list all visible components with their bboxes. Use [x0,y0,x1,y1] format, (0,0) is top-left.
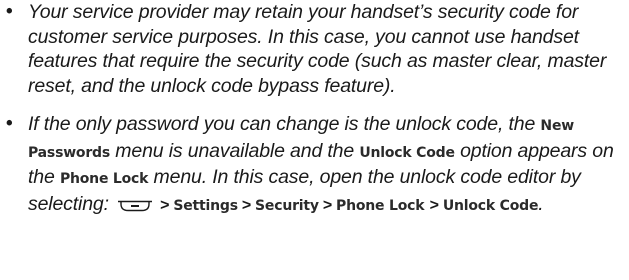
path-unlock-code: Unlock Code [442,197,539,214]
path-separator: > [322,196,333,214]
unlock-note-part-2: menu is unavailable and the [110,139,360,162]
unlock-note-part-1: If the only password you can change is t… [28,113,541,135]
path-settings: Settings [173,197,238,214]
path-separator: > [241,196,252,214]
list-item-security-code: • Your service provider may retain your … [6,0,626,98]
path-phone-lock: Phone Lock [336,197,425,214]
bullet: • [6,113,13,134]
phone-lock-term: Phone Lock [59,171,149,187]
bullet-list: • Your service provider may retain your … [6,0,626,218]
bullet: • [6,1,13,22]
path-separator: > [429,196,439,214]
list-item-unlock-code: • If the only password you can change is… [6,112,626,218]
path-separator: > [160,196,170,214]
path-security: Security [255,197,319,214]
menu-key-icon [117,194,153,219]
sentence-end: . [538,192,544,215]
security-code-note: Your service provider may retain your ha… [28,1,607,97]
unlock-code-term: Unlock Code [359,144,455,161]
